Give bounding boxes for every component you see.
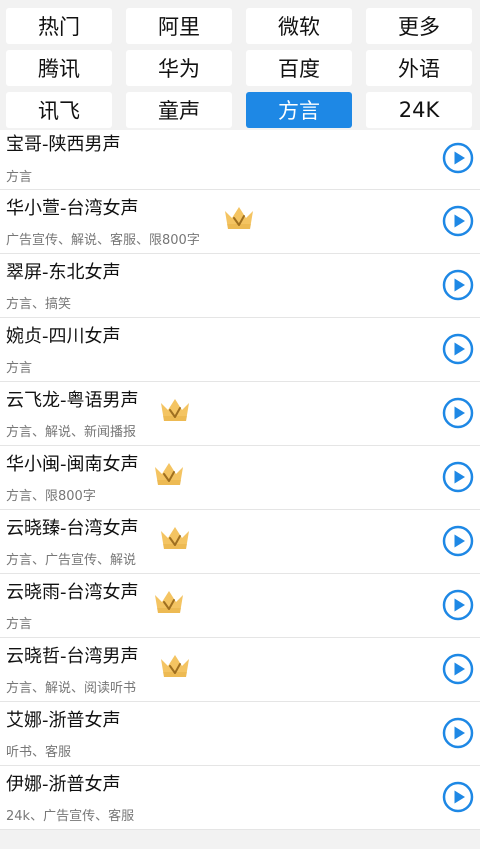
voice-row[interactable]: 云晓雨-台湾女声方言 — [0, 574, 480, 638]
voice-row[interactable]: 翠屏-东北女声方言、搞笑 — [0, 254, 480, 318]
voice-row[interactable]: 云晓臻-台湾女声方言、广告宣传、解说 — [0, 510, 480, 574]
crown-icon — [158, 652, 192, 680]
voice-row[interactable]: 云飞龙-粤语男声方言、解说、新闻播报 — [0, 382, 480, 446]
play-circle-icon[interactable] — [442, 781, 474, 813]
tab-7[interactable]: 外语 — [366, 50, 472, 86]
voice-name: 宝哥-陕西男声 — [6, 134, 121, 155]
crown-icon — [158, 396, 192, 424]
voice-row[interactable]: 华小萱-台湾女声广告宣传、解说、客服、限800字 — [0, 190, 480, 254]
play-circle-icon[interactable] — [442, 142, 474, 174]
voice-name: 云晓臻-台湾女声 — [6, 518, 139, 539]
play-circle-icon[interactable] — [442, 461, 474, 493]
voice-desc: 方言 — [6, 170, 33, 185]
play-circle-icon[interactable] — [442, 653, 474, 685]
tab-2[interactable]: 微软 — [246, 8, 352, 44]
category-tabs: 热门 阿里 微软 更多 腾讯 华为 百度 外语 讯飞 童声 方言 24K — [0, 0, 480, 130]
tab-10[interactable]: 方言 — [246, 92, 352, 128]
play-circle-icon[interactable] — [442, 717, 474, 749]
voice-desc: 方言、限800字 — [6, 489, 96, 504]
voice-row[interactable]: 艾娜-浙普女声听书、客服 — [0, 702, 480, 766]
tab-1[interactable]: 阿里 — [126, 8, 232, 44]
voice-name: 翠屏-东北女声 — [6, 262, 121, 283]
voice-name: 华小萱-台湾女声 — [6, 198, 139, 219]
tab-0[interactable]: 热门 — [6, 8, 112, 44]
crown-icon — [152, 460, 186, 488]
tab-3[interactable]: 更多 — [366, 8, 472, 44]
voice-name: 艾娜-浙普女声 — [6, 710, 121, 731]
voice-name: 伊娜-浙普女声 — [6, 774, 121, 795]
tab-9[interactable]: 童声 — [126, 92, 232, 128]
play-circle-icon[interactable] — [442, 333, 474, 365]
voice-desc: 24k、广告宣传、客服 — [6, 809, 135, 824]
tab-11[interactable]: 24K — [366, 92, 472, 128]
voice-desc: 方言 — [6, 617, 33, 632]
tab-4[interactable]: 腾讯 — [6, 50, 112, 86]
play-circle-icon[interactable] — [442, 397, 474, 429]
play-circle-icon[interactable] — [442, 525, 474, 557]
play-circle-icon[interactable] — [442, 205, 474, 237]
voice-desc: 方言、解说、新闻播报 — [6, 425, 137, 440]
voice-name: 云飞龙-粤语男声 — [6, 390, 139, 411]
crown-icon — [152, 588, 186, 616]
crown-icon — [222, 204, 256, 232]
voice-row[interactable]: 华小闽-闽南女声方言、限800字 — [0, 446, 480, 510]
voice-name: 云晓雨-台湾女声 — [6, 582, 139, 603]
voice-desc: 方言、广告宣传、解说 — [6, 553, 137, 568]
voice-name: 华小闽-闽南女声 — [6, 454, 139, 475]
voice-desc: 听书、客服 — [6, 745, 72, 760]
voice-desc: 方言 — [6, 361, 33, 376]
voice-row[interactable]: 宝哥-陕西男声方言 — [0, 130, 480, 190]
tab-8[interactable]: 讯飞 — [6, 92, 112, 128]
play-circle-icon[interactable] — [442, 269, 474, 301]
voice-row[interactable]: 云晓哲-台湾男声方言、解说、阅读听书 — [0, 638, 480, 702]
crown-icon — [158, 524, 192, 552]
voice-name: 婉贞-四川女声 — [6, 326, 121, 347]
tab-5[interactable]: 华为 — [126, 50, 232, 86]
voice-desc: 方言、搞笑 — [6, 297, 72, 312]
voice-name: 云晓哲-台湾男声 — [6, 646, 139, 667]
voice-desc: 方言、解说、阅读听书 — [6, 681, 137, 696]
voice-row[interactable]: 婉贞-四川女声方言 — [0, 318, 480, 382]
play-circle-icon[interactable] — [442, 589, 474, 621]
voice-row[interactable]: 伊娜-浙普女声 24k、广告宣传、客服 — [0, 766, 480, 830]
tab-6[interactable]: 百度 — [246, 50, 352, 86]
voice-desc: 广告宣传、解说、客服、限800字 — [6, 233, 200, 248]
voice-list: 宝哥-陕西男声 方言 华小萱-台湾女声 广告宣传、解说、客服、限800字 翠屏-东北女声… — [0, 130, 480, 830]
